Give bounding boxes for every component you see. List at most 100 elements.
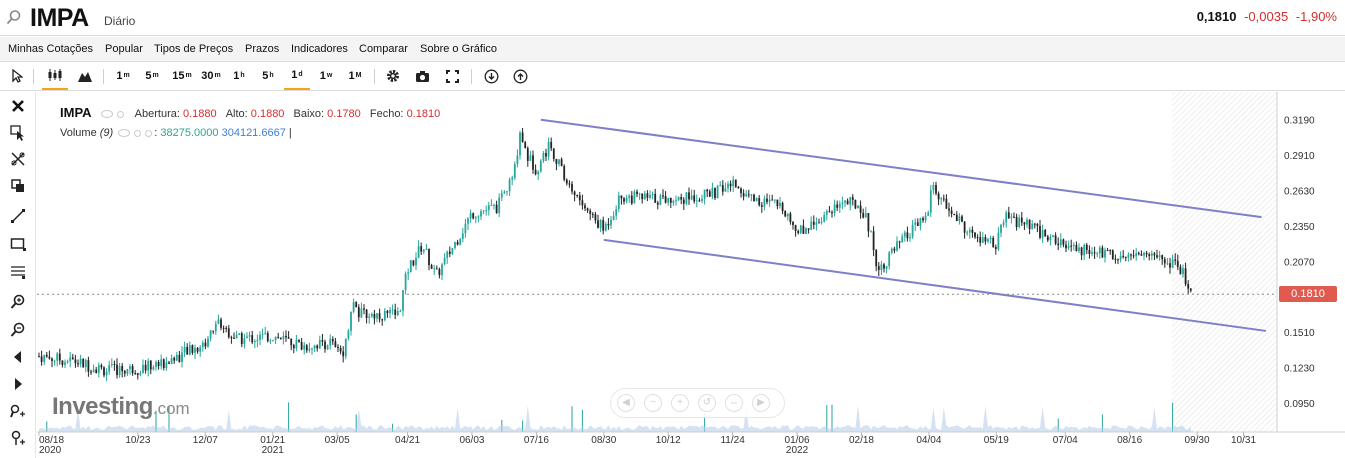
candle-body <box>467 218 469 224</box>
candle-body <box>602 220 605 231</box>
candle-body <box>207 338 209 347</box>
channel-line[interactable] <box>540 118 1262 219</box>
candle-body <box>981 237 984 243</box>
candle-body <box>672 200 675 203</box>
candle-body <box>568 183 571 185</box>
close-icon[interactable] <box>8 96 28 116</box>
menu-indicators[interactable]: Indicadores <box>291 43 348 55</box>
candle-body <box>940 198 943 200</box>
candle-body <box>118 366 121 376</box>
candle-body <box>662 195 664 197</box>
candles-group <box>38 127 1192 382</box>
candle-body <box>300 341 303 350</box>
menu-popular[interactable]: Popular <box>105 43 143 55</box>
upload-icon[interactable] <box>510 62 530 90</box>
candle-body <box>545 152 547 157</box>
candle-body <box>428 248 430 266</box>
candle-body <box>45 355 48 357</box>
copy-icon[interactable] <box>8 176 28 196</box>
channel-line[interactable] <box>603 238 1267 332</box>
zoom-out-icon[interactable] <box>8 320 28 340</box>
nav-zoom-in-icon[interactable]: + <box>671 394 689 412</box>
candle-body <box>864 213 867 218</box>
eye-icon[interactable] <box>100 110 113 119</box>
candle-body <box>641 193 644 200</box>
menu-my-quotes[interactable]: Minhas Cotações <box>8 43 93 55</box>
time-tick-label: 08/30 <box>591 435 616 446</box>
trend-line-icon[interactable] <box>8 206 28 226</box>
candle-body <box>633 191 636 204</box>
interval-15m[interactable]: 15 m <box>169 62 195 90</box>
menu-about-chart[interactable]: Sobre o Gráfico <box>420 43 497 55</box>
nav-fit-icon[interactable]: ⇔ <box>725 394 743 412</box>
candle-body <box>766 198 768 202</box>
interval-1m[interactable]: 1m <box>112 62 134 90</box>
gear-icon[interactable] <box>383 62 403 90</box>
chart-toolbar: 1m 5m 15 m 30 m 1h 5h 1d 1w 1M <box>0 62 1345 91</box>
candle-body <box>451 247 454 254</box>
cursor-icon[interactable] <box>8 62 26 90</box>
future-zone <box>1172 92 1277 432</box>
candle-body <box>71 357 74 360</box>
candle-body <box>199 347 202 352</box>
candle-body <box>134 373 137 375</box>
time-tick-label: 06/03 <box>459 435 484 446</box>
scroll-left-icon[interactable] <box>8 347 28 367</box>
menu-periods[interactable]: Prazos <box>245 43 279 55</box>
fibonacci-icon[interactable] <box>8 262 28 282</box>
candle-body <box>498 197 501 214</box>
candle-body <box>131 366 134 374</box>
download-icon[interactable] <box>481 62 501 90</box>
nav-right-icon[interactable]: ▶ <box>752 394 770 412</box>
candle-body <box>318 340 321 349</box>
rectangle-icon[interactable] <box>8 234 28 254</box>
zoom-in-icon[interactable] <box>8 292 28 312</box>
candle-body <box>558 159 560 164</box>
candle-body <box>555 158 558 164</box>
candle-body <box>664 196 667 203</box>
magnet-icon[interactable] <box>8 428 28 448</box>
candle-body <box>433 268 436 270</box>
volume-settings-icon[interactable] <box>134 129 142 137</box>
candle-body <box>659 195 662 205</box>
scroll-right-icon[interactable] <box>8 374 28 394</box>
candle-body <box>669 197 672 203</box>
interval-1h[interactable]: 1h <box>229 62 249 90</box>
candle-body <box>365 309 368 318</box>
search-icon[interactable] <box>6 9 22 25</box>
candle-body <box>220 319 222 328</box>
interval-1w[interactable]: 1w <box>315 62 337 90</box>
candlestick-chart-icon[interactable] <box>42 62 68 90</box>
menu-price-types[interactable]: Tipos de Preços <box>154 43 233 55</box>
candle-body <box>1078 247 1080 252</box>
interval-1d[interactable]: 1d <box>284 62 310 90</box>
candle-body <box>337 346 339 349</box>
nav-reset-icon[interactable]: ↺ <box>698 394 716 412</box>
interval-1M[interactable]: 1M <box>344 62 366 90</box>
settings-dot-icon[interactable] <box>116 110 124 118</box>
candle-body <box>721 185 724 192</box>
nav-zoom-out-icon[interactable]: − <box>644 394 662 412</box>
volume-eye-icon[interactable] <box>118 129 131 138</box>
candle-body <box>196 347 199 352</box>
candle-body <box>513 164 516 178</box>
zoom-reset-icon[interactable] <box>8 401 28 421</box>
menu-compare[interactable]: Comparar <box>359 43 408 55</box>
camera-icon[interactable] <box>412 62 432 90</box>
channel-lines <box>540 118 1267 332</box>
interval-30m[interactable]: 30 m <box>198 62 224 90</box>
volume-remove-icon[interactable] <box>145 129 153 137</box>
interval-5m[interactable]: 5m <box>141 62 163 90</box>
candle-body <box>508 179 511 192</box>
candle-body <box>584 205 586 209</box>
drawing-tools-sidebar <box>0 92 36 458</box>
select-cursor-icon[interactable] <box>8 123 28 143</box>
fullscreen-icon[interactable] <box>442 62 462 90</box>
candle-body <box>285 335 287 338</box>
candle-body <box>794 225 797 232</box>
area-chart-icon[interactable] <box>74 62 96 90</box>
nav-left-icon[interactable]: ◀ <box>617 394 635 412</box>
cross-tool-icon[interactable] <box>8 149 28 169</box>
candle-body <box>968 229 971 233</box>
interval-5h[interactable]: 5h <box>258 62 278 90</box>
